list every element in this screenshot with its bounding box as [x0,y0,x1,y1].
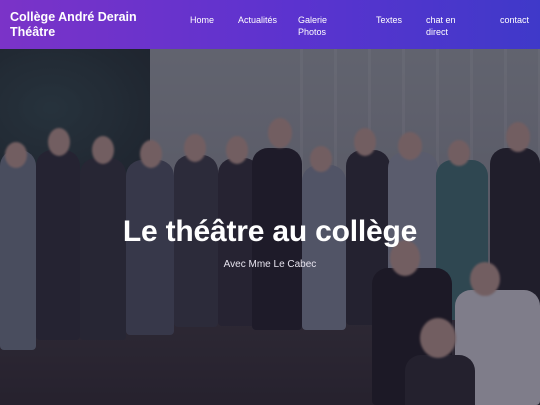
nav-link-contact[interactable]: contact [500,14,529,26]
nav-link-home[interactable]: Home [190,14,214,26]
nav-link-chat-en-direct[interactable]: chat en direct [426,14,466,38]
hero-background-photo [0,0,540,405]
site-title[interactable]: Collège André Derain Théâtre [10,10,170,40]
nav-link-textes[interactable]: Textes [376,14,402,26]
nav-link-actualites[interactable]: Actualités [238,14,277,26]
hero-title: Le théâtre au collège [122,215,418,248]
hero-subtitle: Avec Mme Le Cabec [223,259,317,270]
nav-link-galerie-photos[interactable]: Galerie Photos [298,14,340,38]
site-header: Collège André Derain Théâtre Home Actual… [0,0,540,49]
hero-dark-overlay [0,0,540,405]
